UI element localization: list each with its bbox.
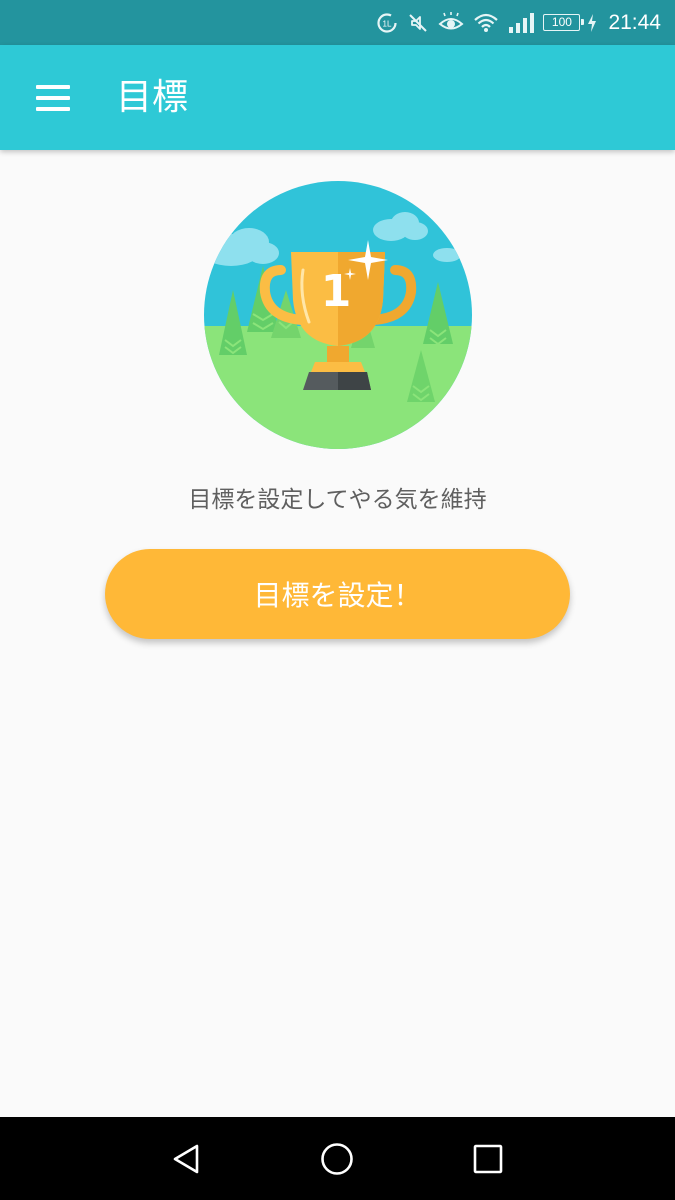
battery-icon: 100: [543, 14, 585, 31]
set-goal-button[interactable]: 目標を設定！: [105, 549, 570, 639]
page-title: 目標: [116, 77, 189, 118]
status-bar: 1L 100 21:44: [0, 0, 675, 45]
signal-icon: [509, 12, 535, 33]
back-button[interactable]: [165, 1137, 209, 1181]
status-clock: 21:44: [608, 10, 661, 34]
tagline: 目標を設定してやる気を維持: [188, 487, 487, 513]
charging-icon: [588, 13, 597, 32]
home-button[interactable]: [315, 1137, 359, 1181]
app-bar: 目標: [0, 45, 675, 150]
menu-icon-line: [36, 85, 70, 89]
back-icon: [173, 1144, 199, 1174]
menu-button[interactable]: [22, 76, 82, 120]
recents-icon: [473, 1144, 503, 1174]
recents-button[interactable]: [466, 1137, 510, 1181]
eye-comfort-icon: [438, 11, 464, 29]
home-icon: [321, 1143, 353, 1175]
battery-indicator: 100: [543, 13, 597, 32]
svg-text:1L: 1L: [383, 19, 392, 28]
menu-icon-line: [36, 107, 70, 111]
data-saver-icon: 1L: [377, 12, 398, 33]
battery-level: 100: [551, 15, 572, 29]
navigation-bar: [0, 1117, 675, 1200]
status-icons: 1L 100 21:44: [376, 0, 661, 45]
wifi-icon: [474, 13, 499, 32]
cloud-small: [433, 248, 461, 262]
mute-icon: [409, 13, 428, 32]
trophy-illustration: 1: [204, 181, 472, 449]
menu-icon-line: [36, 96, 70, 100]
